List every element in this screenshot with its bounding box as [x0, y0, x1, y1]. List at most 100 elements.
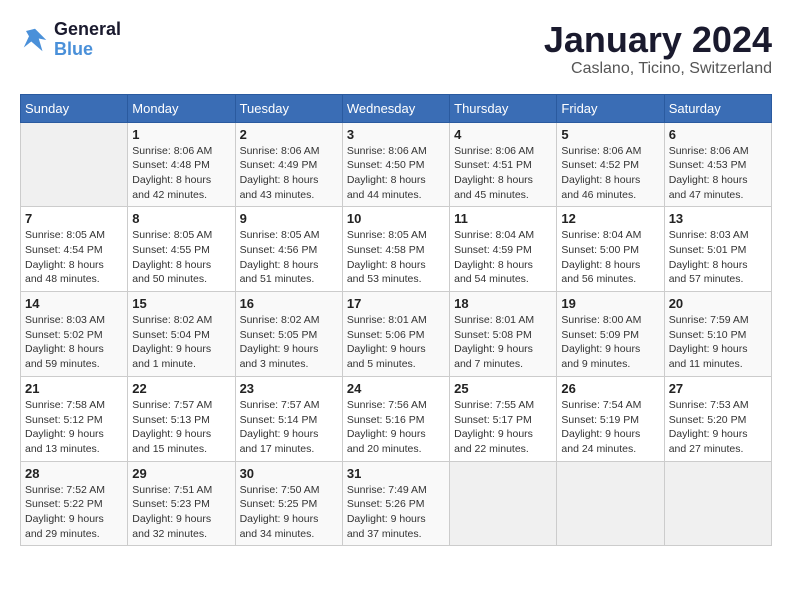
day-number: 30 — [240, 466, 338, 481]
calendar-cell: 20 Sunrise: 7:59 AMSunset: 5:10 PMDayligh… — [664, 292, 771, 377]
calendar-cell: 17 Sunrise: 8:01 AMSunset: 5:06 PMDayligh… — [342, 292, 449, 377]
calendar-cell: 10Sunrise: 8:05 AMSunset: 4:58 PMDayligh… — [342, 207, 449, 292]
day-info: Sunrise: 8:05 AMSunset: 4:55 PMDaylight:… — [132, 228, 230, 287]
day-info: Sunrise: 7:58 AMSunset: 5:12 PMDaylight:… — [25, 398, 123, 457]
logo-text: General Blue — [54, 20, 121, 60]
day-info: Sunrise: 8:06 AMSunset: 4:53 PMDaylight:… — [669, 144, 767, 203]
day-number: 7 — [25, 211, 123, 226]
month-title: January 2024 — [544, 20, 772, 60]
day-number: 2 — [240, 127, 338, 142]
day-number: 13 — [669, 211, 767, 226]
day-info: Sunrise: 8:04 AMSunset: 5:00 PMDaylight:… — [561, 228, 659, 287]
calendar-table: SundayMondayTuesdayWednesdayThursdayFrid… — [20, 94, 772, 547]
calendar-week-row: 28 Sunrise: 7:52 AMSunset: 5:22 PMDayligh… — [21, 461, 772, 546]
calendar-cell: 31 Sunrise: 7:49 AMSunset: 5:26 PMDayligh… — [342, 461, 449, 546]
day-number: 17 — [347, 296, 445, 311]
calendar-cell: 12 Sunrise: 8:04 AMSunset: 5:00 PMDayligh… — [557, 207, 664, 292]
day-info: Sunrise: 7:52 AMSunset: 5:22 PMDaylight:… — [25, 483, 123, 542]
calendar-cell: 30Sunrise: 7:50 AMSunset: 5:25 PMDayligh… — [235, 461, 342, 546]
day-info: Sunrise: 8:03 AMSunset: 5:02 PMDaylight:… — [25, 313, 123, 372]
day-info: Sunrise: 8:01 AMSunset: 5:06 PMDaylight:… — [347, 313, 445, 372]
weekday-header-wednesday: Wednesday — [342, 94, 449, 122]
calendar-cell: 14 Sunrise: 8:03 AMSunset: 5:02 PMDayligh… — [21, 292, 128, 377]
day-info: Sunrise: 8:04 AMSunset: 4:59 PMDaylight:… — [454, 228, 552, 287]
weekday-header-sunday: Sunday — [21, 94, 128, 122]
day-number: 15 — [132, 296, 230, 311]
day-number: 21 — [25, 381, 123, 396]
weekday-header-friday: Friday — [557, 94, 664, 122]
day-info: Sunrise: 8:02 AMSunset: 5:04 PMDaylight:… — [132, 313, 230, 372]
day-info: Sunrise: 8:03 AMSunset: 5:01 PMDaylight:… — [669, 228, 767, 287]
weekday-header-thursday: Thursday — [450, 94, 557, 122]
day-info: Sunrise: 7:51 AMSunset: 5:23 PMDaylight:… — [132, 483, 230, 542]
calendar-cell: 22 Sunrise: 7:57 AMSunset: 5:13 PMDayligh… — [128, 376, 235, 461]
calendar-cell: 25Sunrise: 7:55 AMSunset: 5:17 PMDayligh… — [450, 376, 557, 461]
day-info: Sunrise: 7:54 AMSunset: 5:19 PMDaylight:… — [561, 398, 659, 457]
day-number: 5 — [561, 127, 659, 142]
calendar-cell: 24Sunrise: 7:56 AMSunset: 5:16 PMDayligh… — [342, 376, 449, 461]
day-number: 27 — [669, 381, 767, 396]
calendar-cell: 3 Sunrise: 8:06 AMSunset: 4:50 PMDaylight… — [342, 122, 449, 207]
calendar-week-row: 21 Sunrise: 7:58 AMSunset: 5:12 PMDayligh… — [21, 376, 772, 461]
day-number: 20 — [669, 296, 767, 311]
day-info: Sunrise: 7:55 AMSunset: 5:17 PMDaylight:… — [454, 398, 552, 457]
day-info: Sunrise: 7:57 AMSunset: 5:13 PMDaylight:… — [132, 398, 230, 457]
calendar-cell: 6 Sunrise: 8:06 AMSunset: 4:53 PMDaylight… — [664, 122, 771, 207]
calendar-cell: 7 Sunrise: 8:05 AMSunset: 4:54 PMDaylight… — [21, 207, 128, 292]
day-number: 9 — [240, 211, 338, 226]
day-number: 11 — [454, 211, 552, 226]
calendar-cell — [21, 122, 128, 207]
day-number: 10 — [347, 211, 445, 226]
calendar-cell: 27 Sunrise: 7:53 AMSunset: 5:20 PMDayligh… — [664, 376, 771, 461]
logo-icon — [20, 25, 50, 55]
day-number: 22 — [132, 381, 230, 396]
day-info: Sunrise: 7:49 AMSunset: 5:26 PMDaylight:… — [347, 483, 445, 542]
day-number: 3 — [347, 127, 445, 142]
day-number: 29 — [132, 466, 230, 481]
calendar-cell: 21 Sunrise: 7:58 AMSunset: 5:12 PMDayligh… — [21, 376, 128, 461]
day-number: 31 — [347, 466, 445, 481]
calendar-cell: 8 Sunrise: 8:05 AMSunset: 4:55 PMDaylight… — [128, 207, 235, 292]
calendar-cell: 1 Sunrise: 8:06 AMSunset: 4:48 PMDaylight… — [128, 122, 235, 207]
calendar-cell: 15 Sunrise: 8:02 AMSunset: 5:04 PMDayligh… — [128, 292, 235, 377]
calendar-cell — [664, 461, 771, 546]
day-number: 16 — [240, 296, 338, 311]
weekday-header-tuesday: Tuesday — [235, 94, 342, 122]
calendar-cell: 19Sunrise: 8:00 AMSunset: 5:09 PMDayligh… — [557, 292, 664, 377]
page-header: General Blue January 2024 Caslano, Ticin… — [20, 20, 772, 78]
day-info: Sunrise: 8:05 AMSunset: 4:54 PMDaylight:… — [25, 228, 123, 287]
day-info: Sunrise: 8:06 AMSunset: 4:48 PMDaylight:… — [132, 144, 230, 203]
day-info: Sunrise: 7:57 AMSunset: 5:14 PMDaylight:… — [240, 398, 338, 457]
day-number: 8 — [132, 211, 230, 226]
day-info: Sunrise: 8:01 AMSunset: 5:08 PMDaylight:… — [454, 313, 552, 372]
calendar-cell: 5Sunrise: 8:06 AMSunset: 4:52 PMDaylight… — [557, 122, 664, 207]
calendar-cell: 11 Sunrise: 8:04 AMSunset: 4:59 PMDayligh… — [450, 207, 557, 292]
calendar-cell — [450, 461, 557, 546]
calendar-cell: 2 Sunrise: 8:06 AMSunset: 4:49 PMDaylight… — [235, 122, 342, 207]
day-number: 12 — [561, 211, 659, 226]
day-info: Sunrise: 8:06 AMSunset: 4:49 PMDaylight:… — [240, 144, 338, 203]
day-number: 26 — [561, 381, 659, 396]
calendar-week-row: 7 Sunrise: 8:05 AMSunset: 4:54 PMDaylight… — [21, 207, 772, 292]
calendar-cell: 9 Sunrise: 8:05 AMSunset: 4:56 PMDaylight… — [235, 207, 342, 292]
day-info: Sunrise: 7:59 AMSunset: 5:10 PMDaylight:… — [669, 313, 767, 372]
day-number: 28 — [25, 466, 123, 481]
day-number: 18 — [454, 296, 552, 311]
calendar-cell: 23 Sunrise: 7:57 AMSunset: 5:14 PMDayligh… — [235, 376, 342, 461]
weekday-header-row: SundayMondayTuesdayWednesdayThursdayFrid… — [21, 94, 772, 122]
title-section: January 2024 Caslano, Ticino, Switzerlan… — [544, 20, 772, 78]
day-number: 23 — [240, 381, 338, 396]
day-info: Sunrise: 8:06 AMSunset: 4:50 PMDaylight:… — [347, 144, 445, 203]
location: Caslano, Ticino, Switzerland — [544, 60, 772, 78]
day-info: Sunrise: 7:53 AMSunset: 5:20 PMDaylight:… — [669, 398, 767, 457]
day-info: Sunrise: 8:06 AMSunset: 4:51 PMDaylight:… — [454, 144, 552, 203]
calendar-cell: 28 Sunrise: 7:52 AMSunset: 5:22 PMDayligh… — [21, 461, 128, 546]
weekday-header-saturday: Saturday — [664, 94, 771, 122]
day-number: 6 — [669, 127, 767, 142]
day-info: Sunrise: 8:05 AMSunset: 4:56 PMDaylight:… — [240, 228, 338, 287]
day-number: 1 — [132, 127, 230, 142]
calendar-cell: 29 Sunrise: 7:51 AMSunset: 5:23 PMDayligh… — [128, 461, 235, 546]
calendar-cell: 26 Sunrise: 7:54 AMSunset: 5:19 PMDayligh… — [557, 376, 664, 461]
day-number: 14 — [25, 296, 123, 311]
calendar-week-row: 14 Sunrise: 8:03 AMSunset: 5:02 PMDayligh… — [21, 292, 772, 377]
